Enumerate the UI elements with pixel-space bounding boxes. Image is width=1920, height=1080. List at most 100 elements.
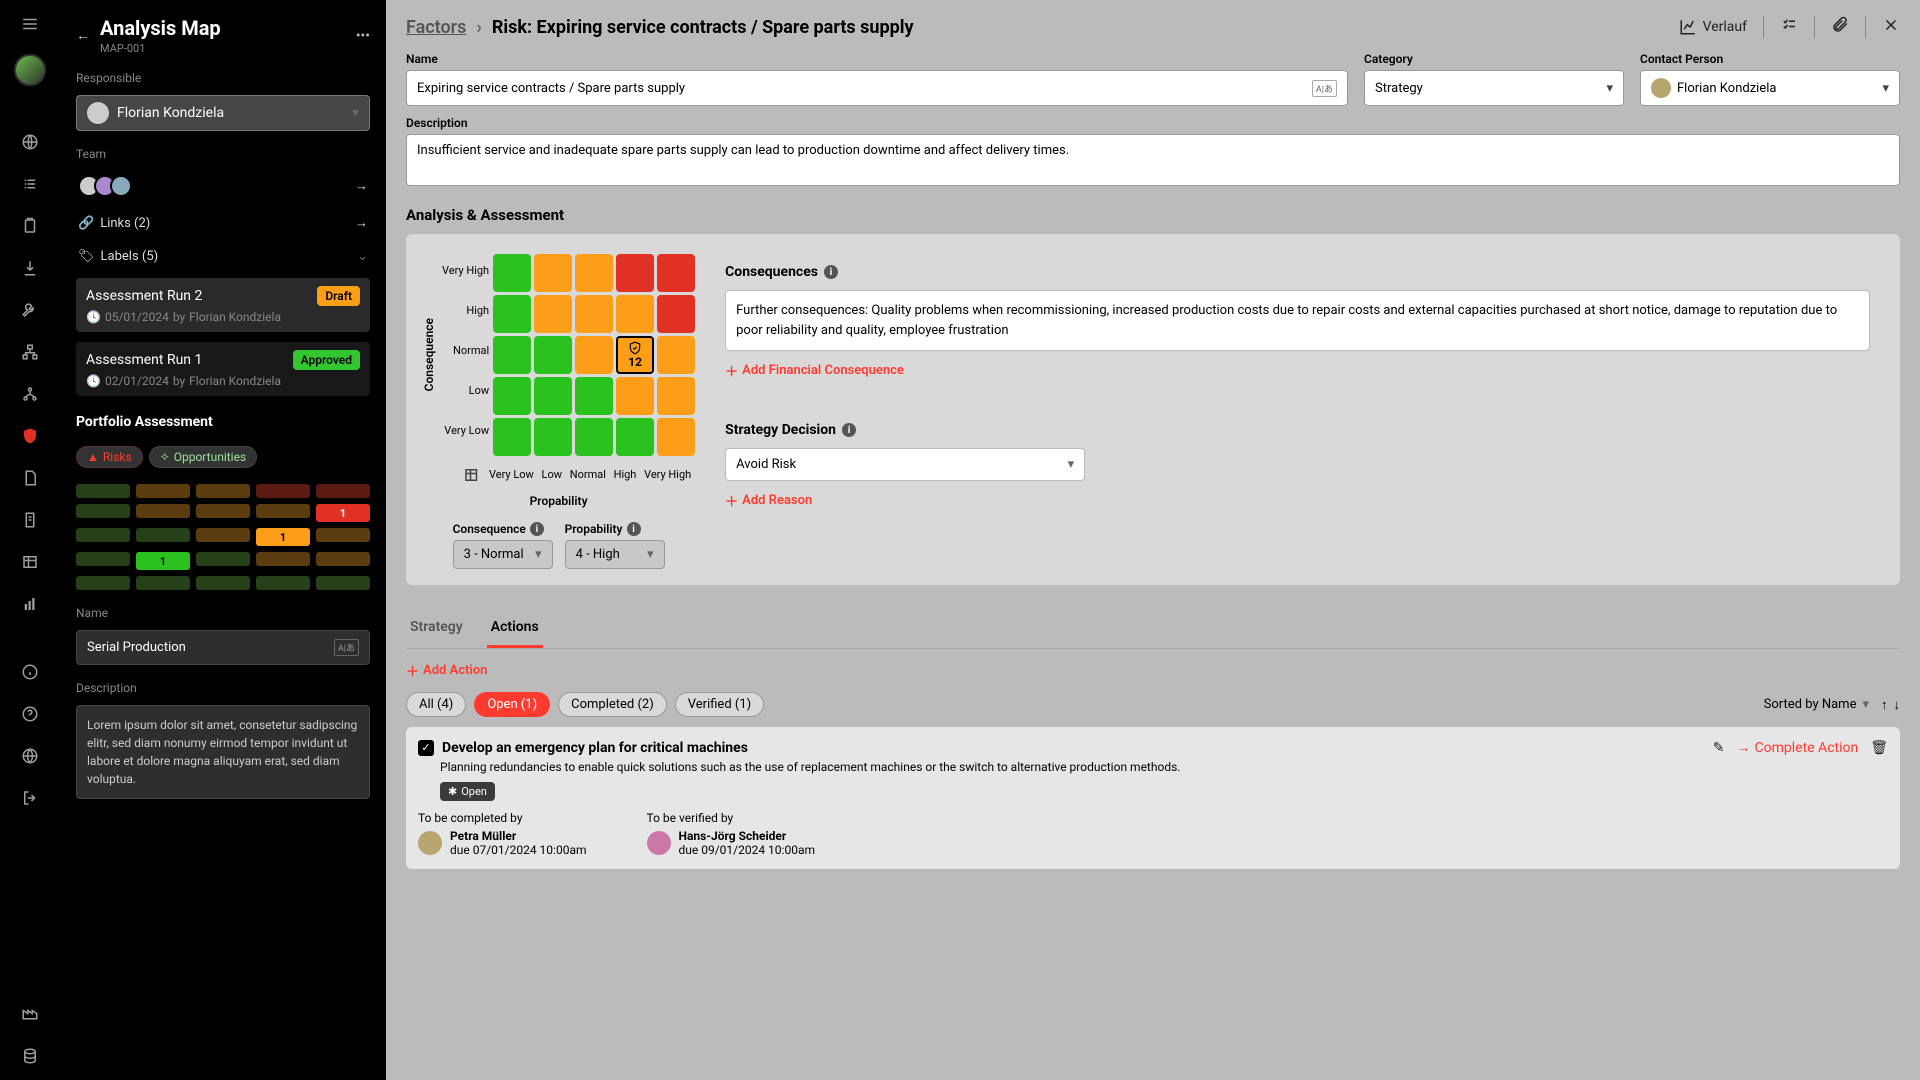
propability-select[interactable]: 4 - High▾ <box>565 540 665 569</box>
translate-icon: A|あ <box>334 639 359 656</box>
filter-verified[interactable]: Verified (1) <box>675 692 764 717</box>
verified-by-label: To be verified by <box>647 811 816 825</box>
avatar[interactable] <box>14 54 46 86</box>
info-icon[interactable]: i <box>627 522 641 536</box>
team-row[interactable]: → <box>76 171 370 201</box>
factory-icon[interactable] <box>18 1000 42 1024</box>
action-title: Develop an emergency plan for critical m… <box>442 740 748 756</box>
translate-icon: A|あ <box>1312 80 1337 97</box>
selected-cell[interactable]: 12 <box>616 336 654 374</box>
labels-row[interactable]: 🏷Labels (5) ⌄ <box>76 245 370 268</box>
clipboard-icon[interactable] <box>18 214 42 238</box>
bars-icon[interactable] <box>18 592 42 616</box>
tab-actions[interactable]: Actions <box>487 609 543 648</box>
verlauf-button[interactable]: Verlauf <box>1679 18 1747 36</box>
action-item: ✓ Develop an emergency plan for critical… <box>406 727 1900 869</box>
portfolio-title: Portfolio Assessment <box>76 414 370 430</box>
assignee-due: due 09/01/2024 10:00am <box>679 843 816 857</box>
sort-dropdown[interactable]: Sorted by Name▾ ↑ ↓ <box>1764 697 1900 713</box>
risks-tab[interactable]: ▲Risks <box>76 446 143 468</box>
assignee-name: Hans-Jörg Scheider <box>679 829 816 843</box>
sort-desc-icon[interactable]: ↓ <box>1894 697 1901 713</box>
more-icon[interactable]: ••• <box>356 28 370 44</box>
back-icon[interactable]: ← <box>76 27 90 44</box>
assessment-run-1[interactable]: Assessment Run 1 Approved 🕓 02/01/2024 b… <box>76 342 370 396</box>
consequence-select[interactable]: 3 - Normal▾ <box>453 540 553 569</box>
name-input[interactable]: Serial Production A|あ <box>76 630 370 665</box>
warning-icon: ▲ <box>87 450 99 464</box>
logout-icon[interactable] <box>18 786 42 810</box>
desc-field[interactable]: Insufficient service and inadequate spar… <box>406 134 1900 186</box>
assignee-name: Petra Müller <box>450 829 587 843</box>
status-badge: Draft <box>317 286 360 306</box>
add-action-button[interactable]: ＋Add Action <box>406 661 1900 680</box>
filter-completed[interactable]: Completed (2) <box>558 692 667 717</box>
responsible-select[interactable]: Florian Kondziela ▾ <box>76 95 370 131</box>
consequences-textarea[interactable]: Further consequences: Quality problems w… <box>725 290 1870 351</box>
sitemap-icon[interactable] <box>18 340 42 364</box>
help-icon[interactable] <box>18 702 42 726</box>
matrix-table-icon[interactable] <box>463 466 481 488</box>
download-icon[interactable] <box>18 256 42 280</box>
table-icon[interactable] <box>18 550 42 574</box>
desc-textarea[interactable]: Lorem ipsum dolor sit amet, consetetur s… <box>76 705 370 799</box>
wrench-icon[interactable] <box>18 298 42 322</box>
portfolio-grid: 1 1 1 <box>76 484 370 590</box>
list-icon[interactable] <box>18 172 42 196</box>
links-row[interactable]: 🔗Links (2) → <box>76 211 370 235</box>
filter-all[interactable]: All (4) <box>406 692 466 717</box>
menu-icon[interactable] <box>18 12 42 36</box>
desc-label: Description <box>76 681 370 695</box>
contact-select[interactable]: Florian Kondziela ▾ <box>1640 70 1900 106</box>
database-icon[interactable] <box>18 1044 42 1068</box>
responsible-value: Florian Kondziela <box>117 105 224 121</box>
attachment-icon[interactable] <box>1831 16 1849 38</box>
main: Factors › Risk: Expiring service contrac… <box>386 0 1920 1080</box>
assessment-run-2[interactable]: Assessment Run 2 Draft 🕓 05/01/2024 by F… <box>76 278 370 332</box>
name-label: Name <box>76 606 370 620</box>
edit-icon[interactable]: ✎ <box>1713 740 1725 756</box>
desc-field-label: Description <box>406 116 1900 130</box>
info-icon[interactable]: i <box>842 423 856 437</box>
category-select[interactable]: Strategy ▾ <box>1364 70 1624 106</box>
add-financial-button[interactable]: ＋Add Financial Consequence <box>725 361 1870 380</box>
language-icon[interactable] <box>18 744 42 768</box>
opportunities-tab[interactable]: ✧Opportunities <box>149 446 257 468</box>
close-icon[interactable] <box>1882 16 1900 38</box>
name-field[interactable]: Expiring service contracts / Spare parts… <box>406 70 1348 106</box>
strategy-select[interactable]: Avoid Risk▾ <box>725 448 1085 481</box>
assignee-due: due 07/01/2024 10:00am <box>450 843 587 857</box>
org-icon[interactable] <box>18 382 42 406</box>
complete-action-button[interactable]: → Complete Action <box>1737 739 1859 756</box>
avatar <box>647 831 671 855</box>
doc-icon[interactable] <box>18 466 42 490</box>
info-icon[interactable]: i <box>530 522 544 536</box>
completed-by-label: To be completed by <box>418 811 587 825</box>
add-reason-button[interactable]: ＋Add Reason <box>725 491 1870 510</box>
category-field-label: Category <box>1364 52 1624 66</box>
responsible-label: Responsible <box>76 71 370 85</box>
delete-icon[interactable]: 🗑 <box>1870 740 1888 756</box>
breadcrumb-current: Risk: Expiring service contracts / Spare… <box>492 17 914 38</box>
sort-asc-icon[interactable]: ↑ <box>1881 697 1888 713</box>
status-badge: Approved <box>293 350 360 370</box>
nav-rail <box>0 0 60 1080</box>
sidebar-title: Analysis Map <box>100 16 221 40</box>
info-icon[interactable]: i <box>824 265 838 279</box>
clock-icon: 🕓 <box>86 374 101 388</box>
shield-icon[interactable] <box>18 424 42 448</box>
risk-matrix: Consequence Very High High Normal Low Ve… <box>422 250 695 569</box>
checkbox-icon[interactable]: ✓ <box>418 740 434 756</box>
run-title: Assessment Run 1 <box>86 352 202 368</box>
status-chip: ✱Open <box>440 782 495 801</box>
checklist-icon[interactable] <box>1780 16 1798 38</box>
doc2-icon[interactable] <box>18 508 42 532</box>
link-icon: 🔗 <box>78 216 94 231</box>
filter-open[interactable]: Open (1) <box>474 692 550 717</box>
tag-icon: 🏷 <box>78 249 95 264</box>
chart-icon <box>1679 18 1697 36</box>
breadcrumb-root[interactable]: Factors <box>406 17 466 38</box>
tab-strategy[interactable]: Strategy <box>406 609 467 648</box>
globe-icon[interactable] <box>18 130 42 154</box>
info-icon[interactable] <box>18 660 42 684</box>
